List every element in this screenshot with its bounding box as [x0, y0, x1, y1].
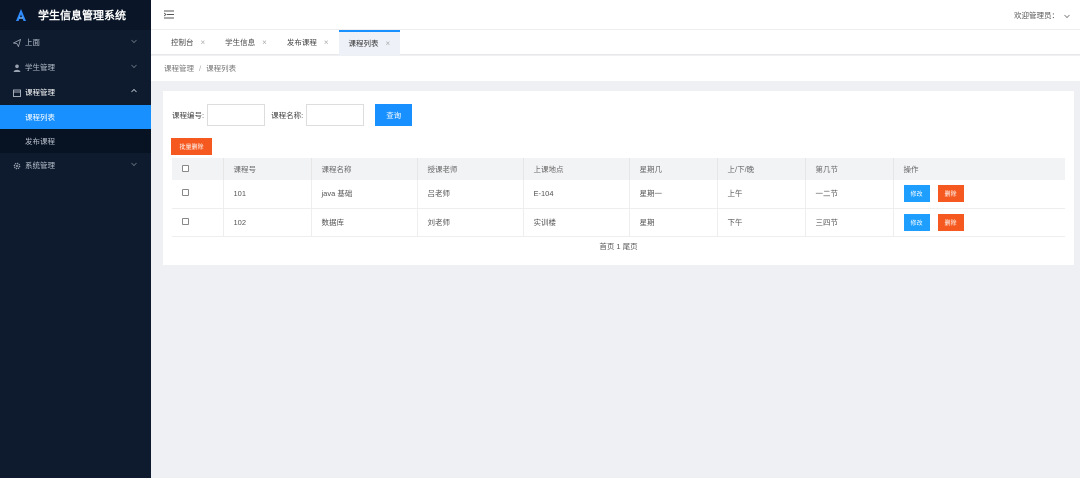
table-cell: 一二节 [805, 180, 894, 209]
row-select-cell [172, 180, 224, 209]
chevron-down-icon [1064, 14, 1070, 18]
column-header: 课程名称 [311, 158, 418, 180]
search-form: 课程编号: 课程名称: 查询 [172, 104, 413, 126]
table-cell: E-104 [523, 180, 630, 209]
course-list-card: 课程编号: 课程名称: 查询 批量删除 课程号 课程名称 授课老师 上课地点 星… [163, 91, 1074, 265]
breadcrumb-current: 课程列表 [206, 64, 237, 73]
tab-label: 学生信息 [225, 38, 256, 47]
sidebar-item-course-list[interactable]: 课程列表 [0, 105, 151, 129]
course-table: 课程号 课程名称 授课老师 上课地点 星期几 上/下/晚 第几节 操作 101 … [172, 158, 1065, 237]
table-cell: 数据库 [311, 208, 418, 237]
query-button[interactable]: 查询 [375, 104, 413, 126]
row-select-cell [172, 208, 224, 237]
user-menu[interactable]: 欢迎管理员： [1014, 10, 1070, 21]
row-checkbox[interactable] [182, 217, 189, 225]
batch-delete-button[interactable]: 批量删除 [171, 138, 212, 155]
table-cell: java 基础 [311, 180, 418, 209]
select-all-checkbox[interactable] [182, 164, 189, 172]
column-header: 授课老师 [417, 158, 524, 180]
table-cell: 刘老师 [417, 208, 524, 237]
table-cell: 吕老师 [417, 180, 524, 209]
sidebar-item-student-management[interactable]: 学生管理 [0, 55, 151, 80]
close-icon[interactable]: × [386, 39, 391, 48]
chevron-down-icon [131, 64, 137, 69]
sidebar-item-course-management[interactable]: 课程管理 [0, 80, 151, 105]
close-icon[interactable]: × [201, 38, 206, 47]
column-header: 星期几 [629, 158, 718, 180]
tab-label: 课程列表 [348, 39, 379, 48]
sidebar-item-publish-course[interactable]: 发布课程 [0, 129, 151, 153]
actions-cell: 修改 删除 [893, 208, 1065, 237]
column-header: 课程号 [223, 158, 312, 180]
close-icon[interactable]: × [262, 38, 267, 47]
close-icon[interactable]: × [324, 38, 329, 47]
column-header: 上课地点 [523, 158, 630, 180]
table-row: 102 数据库 刘老师 实训楼 星期 下午 三四节 修改 删除 [172, 208, 1065, 237]
course-name-input[interactable] [306, 104, 365, 126]
brand: 学生信息管理系统 [0, 0, 151, 30]
table-cell: 上午 [717, 180, 806, 209]
delete-button[interactable]: 删除 [937, 213, 964, 231]
menu-toggle-icon[interactable] [164, 10, 174, 19]
edit-button[interactable]: 修改 [903, 213, 930, 231]
column-header: 操作 [893, 158, 1065, 180]
chevron-down-icon [131, 39, 137, 44]
table-cell: 101 [223, 180, 312, 209]
tab-bar: 控制台 × 学生信息 × 发布课程 × 课程列表 × [151, 30, 1080, 55]
calendar-icon [12, 88, 21, 97]
delete-button[interactable]: 删除 [937, 185, 964, 203]
course-no-input[interactable] [207, 104, 266, 126]
tab-student-info[interactable]: 学生信息 × [215, 30, 277, 55]
table-cell: 三四节 [805, 208, 894, 237]
table-header-row: 课程号 课程名称 授课老师 上课地点 星期几 上/下/晚 第几节 操作 [172, 158, 1065, 180]
column-header: 上/下/晚 [717, 158, 806, 180]
table-cell: 星期 [629, 208, 718, 237]
edit-button[interactable]: 修改 [903, 185, 930, 203]
send-icon [12, 38, 21, 47]
column-header: 第几节 [805, 158, 894, 180]
course-name-label: 课程名称: [271, 110, 304, 120]
row-checkbox[interactable] [182, 189, 189, 197]
pagination[interactable]: 首页 1 尾页 [163, 241, 1074, 252]
breadcrumb-parent[interactable]: 课程管理 [164, 63, 194, 74]
breadcrumb-separator: / [199, 64, 202, 73]
select-all-cell [172, 158, 224, 180]
actions-cell: 修改 删除 [893, 180, 1065, 209]
table-cell: 下午 [717, 208, 806, 237]
sidebar: 学生信息管理系统 上面 学生管理 课程管理 课程列表 发布课程 系统管理 [0, 0, 151, 478]
table-cell: 星期一 [629, 180, 718, 209]
sidebar-item-label: 系统管理 [25, 161, 55, 170]
gear-icon [12, 161, 21, 170]
tab-label: 发布课程 [286, 38, 317, 47]
tab-publish-course[interactable]: 发布课程 × [277, 30, 339, 55]
logo-icon [16, 9, 26, 21]
table-cell: 实训楼 [523, 208, 630, 237]
top-header: 欢迎管理员： [151, 0, 1080, 30]
tab-label: 控制台 [171, 38, 194, 47]
user-icon [12, 63, 21, 72]
tab-course-list[interactable]: 课程列表 × [338, 30, 401, 55]
sidebar-item-system-management[interactable]: 系统管理 [0, 153, 151, 178]
sidebar-item-label: 上面 [25, 38, 40, 47]
breadcrumb: 课程管理 / 课程列表 [151, 56, 1080, 81]
table-row: 101 java 基础 吕老师 E-104 星期一 上午 一二节 修改 删除 [172, 180, 1065, 209]
sidebar-item-label: 学生管理 [25, 63, 55, 72]
app-title: 学生信息管理系统 [38, 10, 126, 22]
course-submenu: 课程列表 发布课程 [0, 105, 151, 153]
user-menu-label: 欢迎管理员： [1014, 11, 1059, 20]
course-no-label: 课程编号: [172, 110, 205, 120]
sidebar-item-label: 课程管理 [25, 88, 55, 97]
table-cell: 102 [223, 208, 312, 237]
chevron-up-icon [131, 88, 137, 93]
tab-console[interactable]: 控制台 × [161, 30, 215, 55]
chevron-down-icon [131, 162, 137, 167]
sidebar-item-shangmian[interactable]: 上面 [0, 30, 151, 55]
